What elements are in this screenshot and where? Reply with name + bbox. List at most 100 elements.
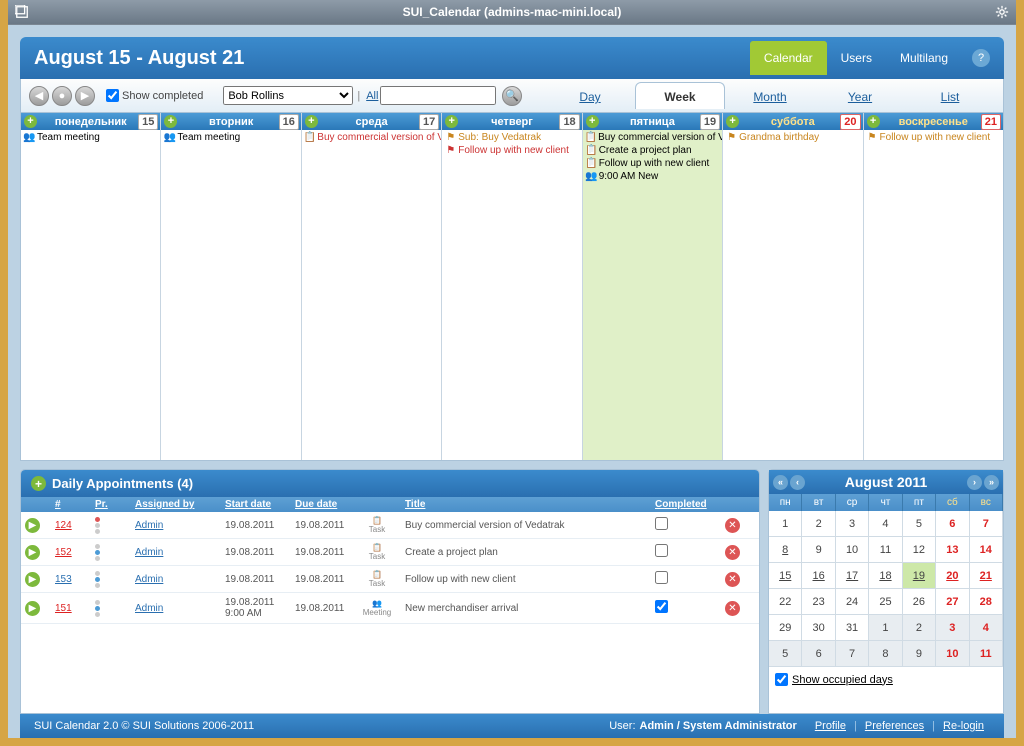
nav-calendar[interactable]: Calendar — [750, 41, 827, 75]
help-icon[interactable]: ? — [972, 49, 990, 67]
calendar-day-cell[interactable]: 27 — [936, 589, 969, 615]
calendar-day-cell[interactable]: 6 — [936, 511, 969, 537]
calendar-day-cell[interactable]: 25 — [869, 589, 902, 615]
completed-cell[interactable] — [655, 544, 725, 560]
calendar-day-cell[interactable]: 19 — [903, 563, 936, 589]
calendar-day-cell[interactable]: 12 — [903, 537, 936, 563]
view-month[interactable]: Month — [725, 83, 815, 109]
mini-next-year-icon[interactable]: » — [984, 475, 999, 490]
appointment-number[interactable]: 151 — [55, 603, 95, 614]
calendar-day-cell[interactable]: 3 — [836, 511, 869, 537]
calendar-day-cell[interactable]: 9 — [903, 641, 936, 667]
add-event-icon[interactable]: + — [305, 115, 318, 128]
add-event-icon[interactable]: + — [867, 115, 880, 128]
all-users-link[interactable]: All — [366, 90, 378, 102]
assigned-by[interactable]: Admin — [135, 547, 225, 558]
calendar-day-cell[interactable]: 26 — [903, 589, 936, 615]
view-year[interactable]: Year — [815, 83, 905, 109]
day-column[interactable]: +понедельник15👥Team meeting — [21, 113, 161, 460]
user-select[interactable]: Bob Rollins — [223, 86, 353, 105]
delete-icon[interactable]: ✕ — [725, 545, 740, 560]
calendar-day-cell[interactable]: 8 — [769, 537, 802, 563]
calendar-day-cell[interactable]: 9 — [802, 537, 835, 563]
event-item[interactable]: 👥Team meeting — [21, 131, 160, 144]
calendar-day-cell[interactable]: 13 — [936, 537, 969, 563]
window-menu-icon[interactable] — [12, 2, 32, 22]
view-week[interactable]: Week — [635, 82, 725, 109]
calendar-day-cell[interactable]: 5 — [903, 511, 936, 537]
calendar-day-cell[interactable]: 11 — [869, 537, 902, 563]
appointment-number[interactable]: 153 — [55, 574, 95, 585]
calendar-day-cell[interactable]: 20 — [936, 563, 969, 589]
calendar-day-cell[interactable]: 14 — [970, 537, 1003, 563]
calendar-day-cell[interactable]: 4 — [869, 511, 902, 537]
search-icon[interactable]: 🔍 — [502, 86, 522, 106]
calendar-day-cell[interactable]: 11 — [970, 641, 1003, 667]
calendar-day-cell[interactable]: 10 — [936, 641, 969, 667]
calendar-day-cell[interactable]: 17 — [836, 563, 869, 589]
view-day[interactable]: Day — [545, 83, 635, 109]
calendar-day-cell[interactable]: 18 — [869, 563, 902, 589]
calendar-day-cell[interactable]: 29 — [769, 615, 802, 641]
calendar-day-cell[interactable]: 1 — [769, 511, 802, 537]
calendar-day-cell[interactable]: 31 — [836, 615, 869, 641]
calendar-day-cell[interactable]: 1 — [869, 615, 902, 641]
day-column[interactable]: +пятница19📋Buy commercial version of Ved… — [583, 113, 723, 460]
appointment-number[interactable]: 124 — [55, 520, 95, 531]
calendar-day-cell[interactable]: 6 — [802, 641, 835, 667]
goto-icon[interactable]: ▶ — [25, 572, 40, 587]
event-item[interactable]: 📋Follow up with new client — [583, 157, 722, 170]
calendar-day-cell[interactable]: 15 — [769, 563, 802, 589]
next-button[interactable]: ▶ — [75, 86, 95, 106]
nav-users[interactable]: Users — [827, 41, 886, 75]
mini-prev-month-icon[interactable]: ‹ — [790, 475, 805, 490]
calendar-day-cell[interactable]: 22 — [769, 589, 802, 615]
calendar-day-cell[interactable]: 30 — [802, 615, 835, 641]
completed-cell[interactable] — [655, 517, 725, 533]
calendar-day-cell[interactable]: 2 — [802, 511, 835, 537]
show-completed-checkbox[interactable] — [106, 89, 119, 102]
calendar-day-cell[interactable]: 10 — [836, 537, 869, 563]
event-item[interactable]: ⚑Grandma birthday — [723, 131, 862, 144]
calendar-day-cell[interactable]: 28 — [970, 589, 1003, 615]
calendar-day-cell[interactable]: 2 — [903, 615, 936, 641]
calendar-day-cell[interactable]: 23 — [802, 589, 835, 615]
goto-icon[interactable]: ▶ — [25, 601, 40, 616]
preferences-link[interactable]: Preferences — [865, 720, 924, 732]
day-column[interactable]: +вторник16👥Team meeting — [161, 113, 301, 460]
calendar-day-cell[interactable]: 24 — [836, 589, 869, 615]
completed-cell[interactable] — [655, 571, 725, 587]
today-button[interactable]: ● — [52, 86, 72, 106]
calendar-day-cell[interactable]: 7 — [970, 511, 1003, 537]
delete-icon[interactable]: ✕ — [725, 518, 740, 533]
event-item[interactable]: 👥Team meeting — [161, 131, 300, 144]
assigned-by[interactable]: Admin — [135, 520, 225, 531]
calendar-day-cell[interactable]: 21 — [970, 563, 1003, 589]
add-event-icon[interactable]: + — [586, 115, 599, 128]
add-event-icon[interactable]: + — [164, 115, 177, 128]
event-item[interactable]: ⚑Sub: Buy Vedatrak — [442, 131, 581, 144]
day-column[interactable]: +четверг18⚑Sub: Buy Vedatrak⚑Follow up w… — [442, 113, 582, 460]
goto-icon[interactable]: ▶ — [25, 518, 40, 533]
event-item[interactable]: 📋Buy commercial version of Vedatrak — [583, 131, 722, 144]
nav-multilang[interactable]: Multilang — [886, 41, 962, 75]
completed-checkbox[interactable] — [655, 544, 668, 557]
completed-checkbox[interactable] — [655, 517, 668, 530]
profile-link[interactable]: Profile — [815, 720, 846, 732]
calendar-day-cell[interactable]: 8 — [869, 641, 902, 667]
completed-checkbox[interactable] — [655, 600, 668, 613]
day-column[interactable]: +воскресенье21⚑Follow up with new client — [864, 113, 1003, 460]
calendar-day-cell[interactable]: 4 — [970, 615, 1003, 641]
add-event-icon[interactable]: + — [726, 115, 739, 128]
prev-button[interactable]: ◀ — [29, 86, 49, 106]
add-event-icon[interactable]: + — [24, 115, 37, 128]
assigned-by[interactable]: Admin — [135, 603, 225, 614]
show-occupied-checkbox[interactable] — [775, 673, 788, 686]
event-item[interactable]: 👥9:00 AM New — [583, 170, 722, 183]
calendar-day-cell[interactable]: 7 — [836, 641, 869, 667]
add-event-icon[interactable]: + — [445, 115, 458, 128]
mini-prev-year-icon[interactable]: « — [773, 475, 788, 490]
event-item[interactable]: ⚑Follow up with new client — [442, 144, 581, 157]
view-list[interactable]: List — [905, 83, 995, 109]
search-input[interactable] — [380, 86, 496, 105]
